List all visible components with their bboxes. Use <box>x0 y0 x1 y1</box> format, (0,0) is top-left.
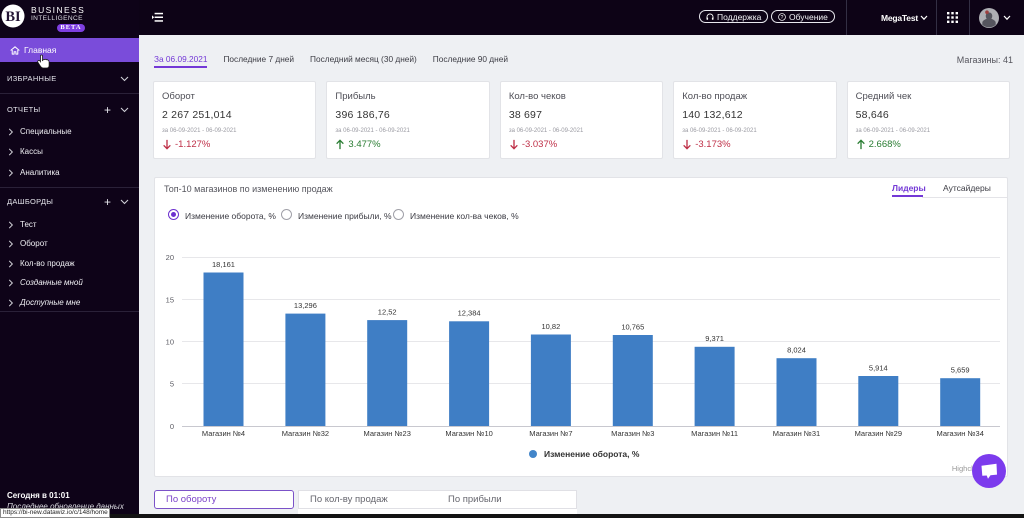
svg-text:Магазин №31: Магазин №31 <box>773 429 820 438</box>
svg-text:Магазин №10: Магазин №10 <box>445 429 492 438</box>
svg-text:BI: BI <box>5 9 21 25</box>
svg-text:15: 15 <box>166 296 174 305</box>
svg-text:10: 10 <box>166 338 174 347</box>
svg-text:0: 0 <box>170 422 174 431</box>
svg-text:Магазин №32: Магазин №32 <box>282 429 329 438</box>
svg-text:5,914: 5,914 <box>869 363 888 372</box>
svg-text:?: ? <box>781 14 784 20</box>
svg-text:Магазин №29: Магазин №29 <box>855 429 902 438</box>
svg-text:20: 20 <box>166 253 174 262</box>
svg-text:Магазин №3: Магазин №3 <box>611 429 654 438</box>
svg-text:Магазин №4: Магазин №4 <box>202 429 245 438</box>
svg-text:13,296: 13,296 <box>294 301 317 310</box>
svg-text:Магазин №11: Магазин №11 <box>691 429 738 438</box>
svg-text:8,024: 8,024 <box>787 346 806 355</box>
svg-text:5,659: 5,659 <box>951 366 970 375</box>
svg-text:Магазин №7: Магазин №7 <box>529 429 572 438</box>
svg-text:Изменение оборота, %: Изменение оборота, % <box>544 449 640 459</box>
svg-text:9,371: 9,371 <box>705 334 724 343</box>
svg-text:10,82: 10,82 <box>542 322 561 331</box>
svg-text:Магазин №34: Магазин №34 <box>936 429 983 438</box>
svg-text:18,161: 18,161 <box>212 260 235 269</box>
svg-text:12,52: 12,52 <box>378 308 397 317</box>
svg-text:10,765: 10,765 <box>621 323 644 332</box>
svg-text:12,384: 12,384 <box>458 309 481 318</box>
svg-text:5: 5 <box>170 380 174 389</box>
svg-text:Магазин №23: Магазин №23 <box>363 429 410 438</box>
